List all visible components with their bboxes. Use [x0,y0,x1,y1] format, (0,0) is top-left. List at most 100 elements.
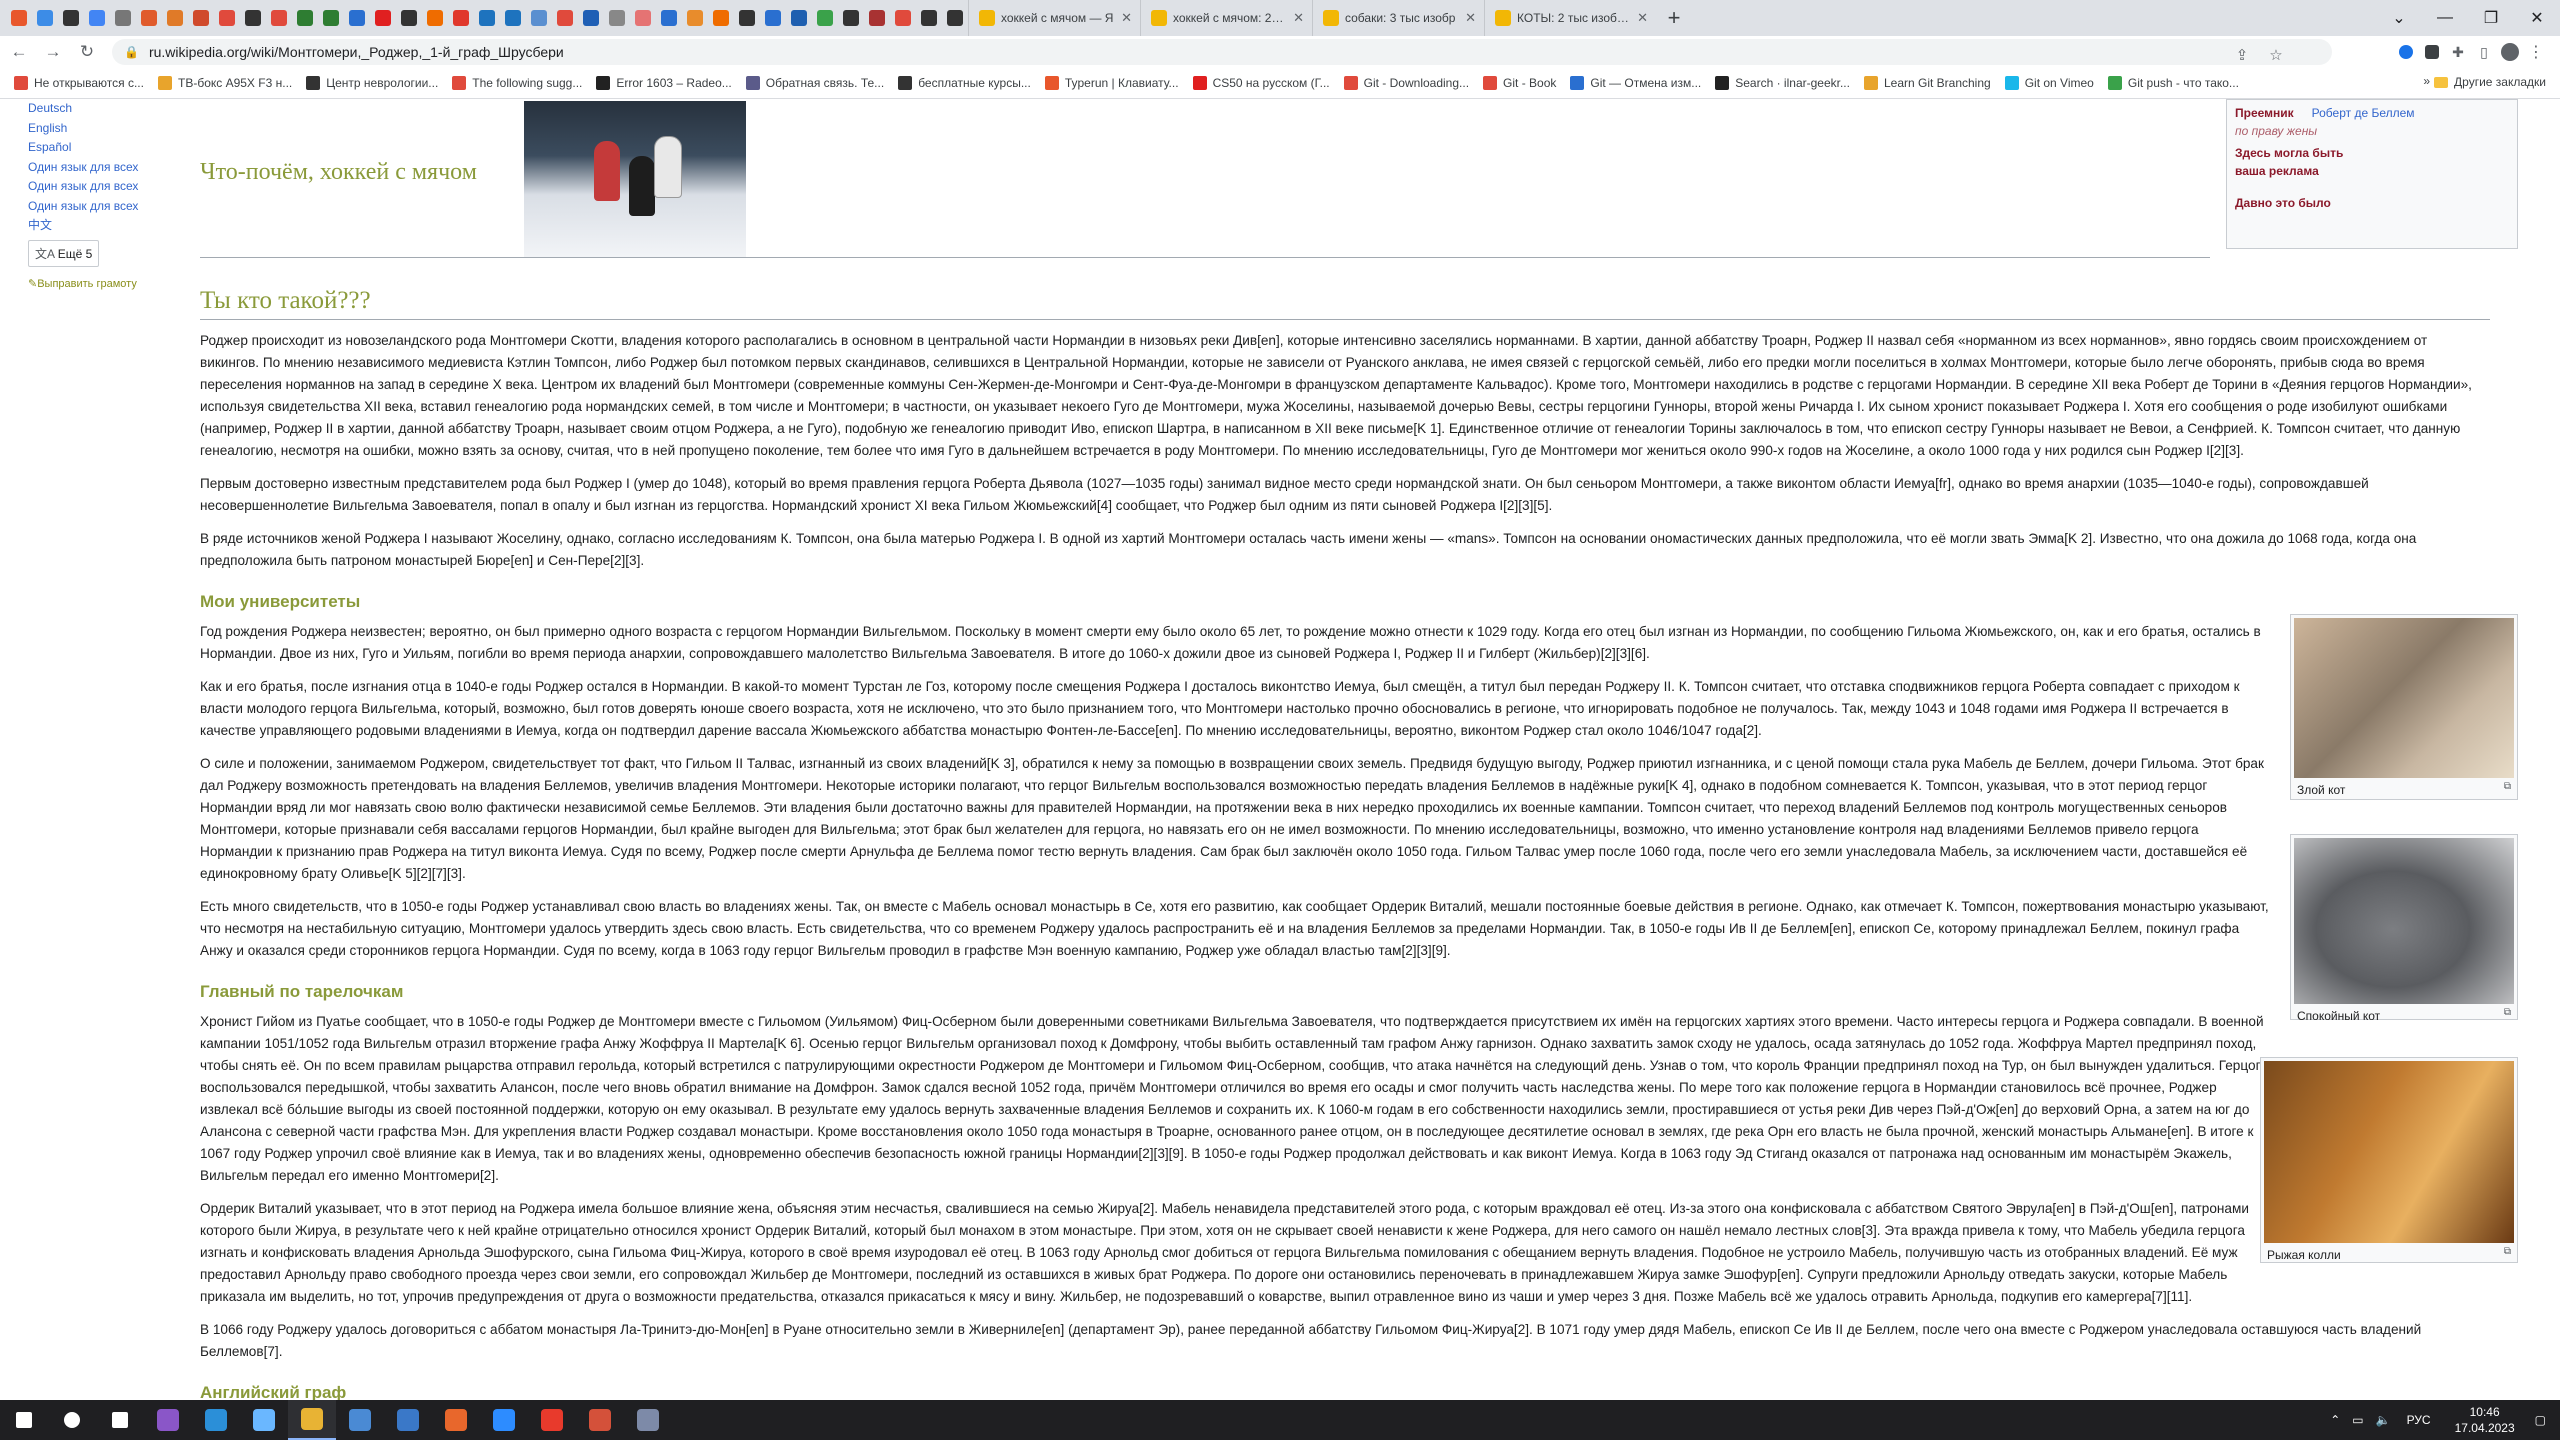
taskbar-app-icon[interactable] [624,1400,672,1440]
pinned-tab[interactable] [838,0,864,36]
reload-button[interactable]: ↻ [72,37,102,67]
pinned-tab[interactable] [916,0,942,36]
notifications-icon[interactable]: ▢ [2535,1413,2546,1427]
share-icon[interactable]: ⇪ [2230,43,2254,67]
taskbar-task-view-icon[interactable] [96,1400,144,1440]
pinned-tab[interactable] [760,0,786,36]
maximize-button[interactable]: ❐ [2468,0,2514,36]
other-bookmarks[interactable]: Другие закладки [2434,75,2546,89]
extension-icon-2[interactable] [2420,40,2444,64]
pinned-tab[interactable] [630,0,656,36]
pinned-tab[interactable] [734,0,760,36]
keyboard-language[interactable]: РУС [2407,1413,2431,1427]
bookmark-item[interactable]: Центр неврологии... [306,76,438,90]
enlarge-icon[interactable]: ⧉ [2504,781,2511,792]
bookmark-item[interactable]: Search · ilnar-geekr... [1715,76,1850,90]
pinned-tab[interactable] [500,0,526,36]
pinned-tab[interactable] [890,0,916,36]
minimize-button[interactable]: — [2422,0,2468,36]
bookmark-item[interactable]: CS50 на русском (Г... [1192,76,1330,90]
browser-tab[interactable]: КОТЫ: 2 тыс изобра ✕ [1484,0,1656,36]
successor-link[interactable]: Роберт де Беллем [2312,104,2415,122]
taskbar-tool-icon[interactable] [576,1400,624,1440]
pinned-tab[interactable] [32,0,58,36]
bookmark-item[interactable]: Git - Downloading... [1343,76,1469,90]
close-tab-icon[interactable]: ✕ [1293,10,1304,26]
bookmark-item[interactable]: Error 1603 – Radeo... [596,76,732,90]
bookmark-item[interactable]: Git on Vimeo [2004,76,2094,90]
pinned-tab[interactable] [526,0,552,36]
figure-angry-cat[interactable]: Злой кот ⧉ [2290,614,2518,800]
figure-collie[interactable]: Рыжая колли ⧉ [2260,1057,2518,1263]
pinned-tab[interactable] [682,0,708,36]
pinned-tab[interactable] [292,0,318,36]
figure-calm-cat[interactable]: Спокойный кот ⧉ [2290,834,2518,1023]
taskbar-save-icon[interactable] [384,1400,432,1440]
sidepanel-icon[interactable]: ▯ [2472,40,2496,64]
pinned-tab[interactable] [448,0,474,36]
pinned-tab[interactable] [656,0,682,36]
pinned-tab[interactable] [604,0,630,36]
back-button[interactable]: ← [4,37,34,67]
taskbar-zoom-icon[interactable] [480,1400,528,1440]
bookmark-item[interactable]: Typerun | Клавиату... [1044,76,1179,90]
puzzle-icon[interactable]: ✚ [2446,40,2470,64]
browser-tab[interactable]: хоккей с мячом: 2 ты ✕ [1140,0,1312,36]
enlarge-icon[interactable]: ⧉ [2504,1007,2511,1018]
pinned-tab[interactable] [370,0,396,36]
pinned-tab[interactable] [214,0,240,36]
bookmarks-overflow-button[interactable]: » [2423,74,2430,88]
star-icon[interactable]: ☆ [2264,43,2288,67]
pinned-tab[interactable] [552,0,578,36]
taskbar-firefox-icon[interactable] [432,1400,480,1440]
pinned-tab[interactable] [396,0,422,36]
lang-link-3[interactable]: Один язык для всех [28,197,178,217]
taskbar-terminal-icon[interactable] [336,1400,384,1440]
lang-link-1[interactable]: Один язык для всех [28,158,178,178]
close-window-button[interactable]: ✕ [2514,0,2560,36]
close-tab-icon[interactable]: ✕ [1465,10,1476,26]
pinned-tab[interactable] [942,0,968,36]
lang-link-zh[interactable]: 中文 [28,216,178,236]
bookmark-item[interactable]: Git - Book [1483,76,1556,90]
pinned-tab[interactable] [812,0,838,36]
new-tab-button[interactable]: + [1656,5,1692,31]
pinned-tab[interactable] [578,0,604,36]
pinned-tab[interactable] [318,0,344,36]
bookmark-item[interactable]: Обратная связь. Те... [745,76,884,90]
more-languages-button[interactable]: 文A Ещё 5 [28,239,100,267]
lang-link-de[interactable]: Deutsch [28,99,178,119]
lang-link-en[interactable]: English [28,119,178,139]
bookmark-item[interactable]: бесплатные курсы... [898,76,1031,90]
forward-button[interactable]: → [38,37,68,67]
bookmark-item[interactable]: The following sugg... [452,76,582,90]
pinned-tab[interactable] [786,0,812,36]
taskbar-vscode-icon[interactable] [192,1400,240,1440]
clock[interactable]: 10:46 17.04.2023 [2455,1404,2515,1436]
pinned-tab[interactable] [84,0,110,36]
close-tab-icon[interactable]: ✕ [1121,10,1132,26]
pinned-tab[interactable] [266,0,292,36]
lang-link-2[interactable]: Один язык для всех [28,177,178,197]
volume-icon[interactable]: 🔈 [2376,1413,2391,1427]
extension-icon-1[interactable] [2394,40,2418,64]
lang-link-es[interactable]: Español [28,138,178,158]
taskbar-yandex-icon[interactable] [528,1400,576,1440]
bookmark-item[interactable]: ТВ-бокс A95X F3 н... [157,76,292,90]
profile-avatar[interactable] [2498,40,2522,64]
menu-icon[interactable]: ⋮ [2524,40,2548,64]
bookmark-item[interactable]: Не открываются с... [14,76,144,90]
network-icon[interactable]: ▭ [2352,1413,2363,1427]
pinned-tab[interactable] [240,0,266,36]
edit-links[interactable]: ✎Выправить грамоту [28,277,178,290]
bookmark-item[interactable]: Learn Git Branching [1863,76,1991,90]
pinned-tab[interactable] [162,0,188,36]
taskbar-visual-studio-icon[interactable] [144,1400,192,1440]
pinned-tab[interactable] [58,0,84,36]
browser-tab[interactable]: хоккей с мячом — Я ✕ [968,0,1140,36]
browser-tab[interactable]: собаки: 3 тыс изобр ✕ [1312,0,1484,36]
chevron-up-icon[interactable]: ⌃ [2330,1413,2340,1427]
pinned-tab[interactable] [864,0,890,36]
pinned-tab[interactable] [474,0,500,36]
pinned-tab[interactable] [188,0,214,36]
